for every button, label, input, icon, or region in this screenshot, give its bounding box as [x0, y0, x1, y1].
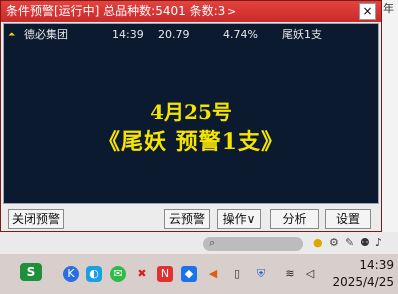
wifi-icon[interactable]: ≋ [282, 266, 298, 282]
clock-time: 14:39 [359, 258, 394, 272]
speaker-app-icon[interactable]: ◀ [205, 266, 221, 282]
close-icon[interactable]: × [359, 3, 376, 20]
tool-icon[interactable]: ✎ [345, 236, 354, 250]
banner-title: 《尾妖 预警1支》 [98, 129, 284, 155]
desktop-edge-text: 年 [383, 2, 394, 15]
operation-button[interactable]: 操作∨ [217, 209, 261, 229]
shield-icon[interactable]: ⛨ [253, 266, 269, 282]
screen: 年 条件预警[运行中] 总品种数:5401 条数:3 > × ⏶ 德必集团 14… [0, 0, 398, 294]
window-title: 条件预警[运行中] 总品种数:5401 条数:3 [6, 4, 226, 18]
clock-date: 2025/4/25 [332, 275, 394, 289]
alert-list: ⏶ 德必集团 14:39 20.79 4.74% 尾妖1支 4月25号 《尾妖 … [3, 23, 379, 204]
banner-date: 4月25号 [150, 100, 232, 124]
stock-name: 德必集团 [24, 28, 68, 41]
stock-price: 20.79 [158, 28, 190, 41]
tray-strip: ⌕ ● ⚙ ✎ ⚉ ♪ [0, 232, 398, 254]
desktop-edge [382, 0, 398, 254]
tool-x-icon[interactable]: ✖ [134, 266, 150, 282]
settings-button[interactable]: 设置 [325, 209, 371, 229]
search-icon: ⌕ [209, 236, 216, 249]
blue-app-icon[interactable]: ◆ [181, 266, 197, 282]
double-up-arrow-icon: ⏶ [8, 30, 16, 40]
wechat-icon[interactable]: ✉ [110, 266, 126, 282]
coin-icon[interactable]: ● [313, 236, 323, 250]
window-titlebar[interactable]: 条件预警[运行中] 总品种数:5401 条数:3 > [1, 1, 381, 22]
browser-icon[interactable]: ◐ [86, 266, 102, 282]
settings-gear-icon[interactable]: ⚙ [329, 236, 339, 250]
taskbar: S K ◐ ✉ ✖ N ◆ ◀ ▯ ⛨ ≋ ◁ 14:39 2025/4/25 [0, 254, 398, 294]
button-bar: 关闭预警 云预警 操作∨ 分析 设置 [1, 206, 381, 232]
expand-icon[interactable]: > [227, 1, 236, 22]
sound-icon[interactable]: ♪ [375, 236, 382, 250]
k-app-icon[interactable]: K [63, 266, 79, 282]
close-alert-button[interactable]: 关闭预警 [8, 209, 64, 229]
change-percent: 4.74% [223, 28, 258, 41]
list-item[interactable]: ⏶ 德必集团 14:39 20.79 4.74% 尾妖1支 [4, 27, 378, 43]
alert-tag: 尾妖1支 [282, 28, 322, 41]
alert-time: 14:39 [112, 28, 144, 41]
user-icon[interactable]: ⚉ [360, 236, 370, 250]
clock[interactable]: 14:39 2025/4/25 [326, 257, 394, 291]
volume-icon[interactable]: ◁ [302, 266, 318, 282]
app-s-icon[interactable]: S [20, 263, 42, 281]
search-box[interactable]: ⌕ [203, 236, 303, 251]
red-app-icon[interactable]: N [157, 266, 173, 282]
usb-icon[interactable]: ▯ [229, 266, 245, 282]
alert-window: 条件预警[运行中] 总品种数:5401 条数:3 > × ⏶ 德必集团 14:3… [0, 0, 382, 232]
analyze-button[interactable]: 分析 [270, 209, 319, 229]
cloud-alert-button[interactable]: 云预警 [164, 209, 210, 229]
